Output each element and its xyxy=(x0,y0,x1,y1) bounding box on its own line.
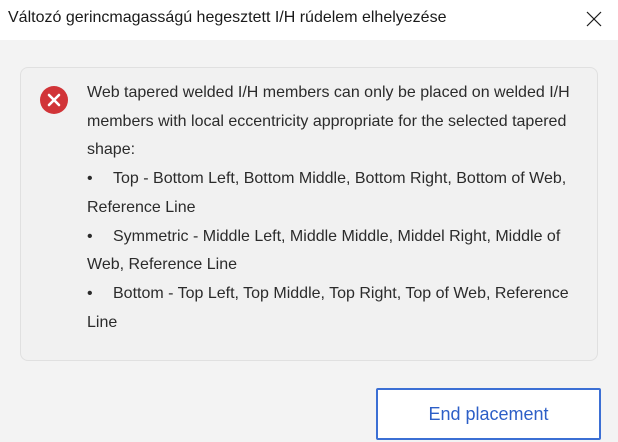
list-item-text: Bottom - Top Left, Top Middle, Top Right… xyxy=(87,284,569,331)
title-bar: Változó gerincmagasságú hegesztett I/H r… xyxy=(0,0,618,40)
list-item: • Symmetric - Middle Left, Middle Middle,… xyxy=(87,223,591,280)
error-icon xyxy=(40,86,68,114)
list-item-text: Top - Bottom Left, Bottom Middle, Bottom… xyxy=(87,170,567,216)
error-message-panel: Web tapered welded I/H members can only … xyxy=(20,67,598,361)
dialog-title: Változó gerincmagasságú hegesztett I/H r… xyxy=(8,9,447,26)
close-button[interactable] xyxy=(578,4,610,34)
list-item: • Bottom - Top Left, Top Middle, Top Righ… xyxy=(87,280,591,337)
dialog-body: Web tapered welded I/H members can only … xyxy=(0,40,618,442)
end-placement-button[interactable]: End placement xyxy=(376,388,601,440)
bullet: • xyxy=(87,284,93,302)
list-item: • Top - Bottom Left, Bottom Middle, Botto… xyxy=(87,165,591,222)
error-message: Web tapered welded I/H members can only … xyxy=(87,79,591,337)
error-message-intro: Web tapered welded I/H members can only … xyxy=(87,84,570,159)
list-item-text: Symmetric - Middle Left, Middle Middle, … xyxy=(87,227,561,274)
bullet: • xyxy=(87,170,93,188)
close-icon xyxy=(586,11,602,27)
bullet: • xyxy=(87,227,93,245)
